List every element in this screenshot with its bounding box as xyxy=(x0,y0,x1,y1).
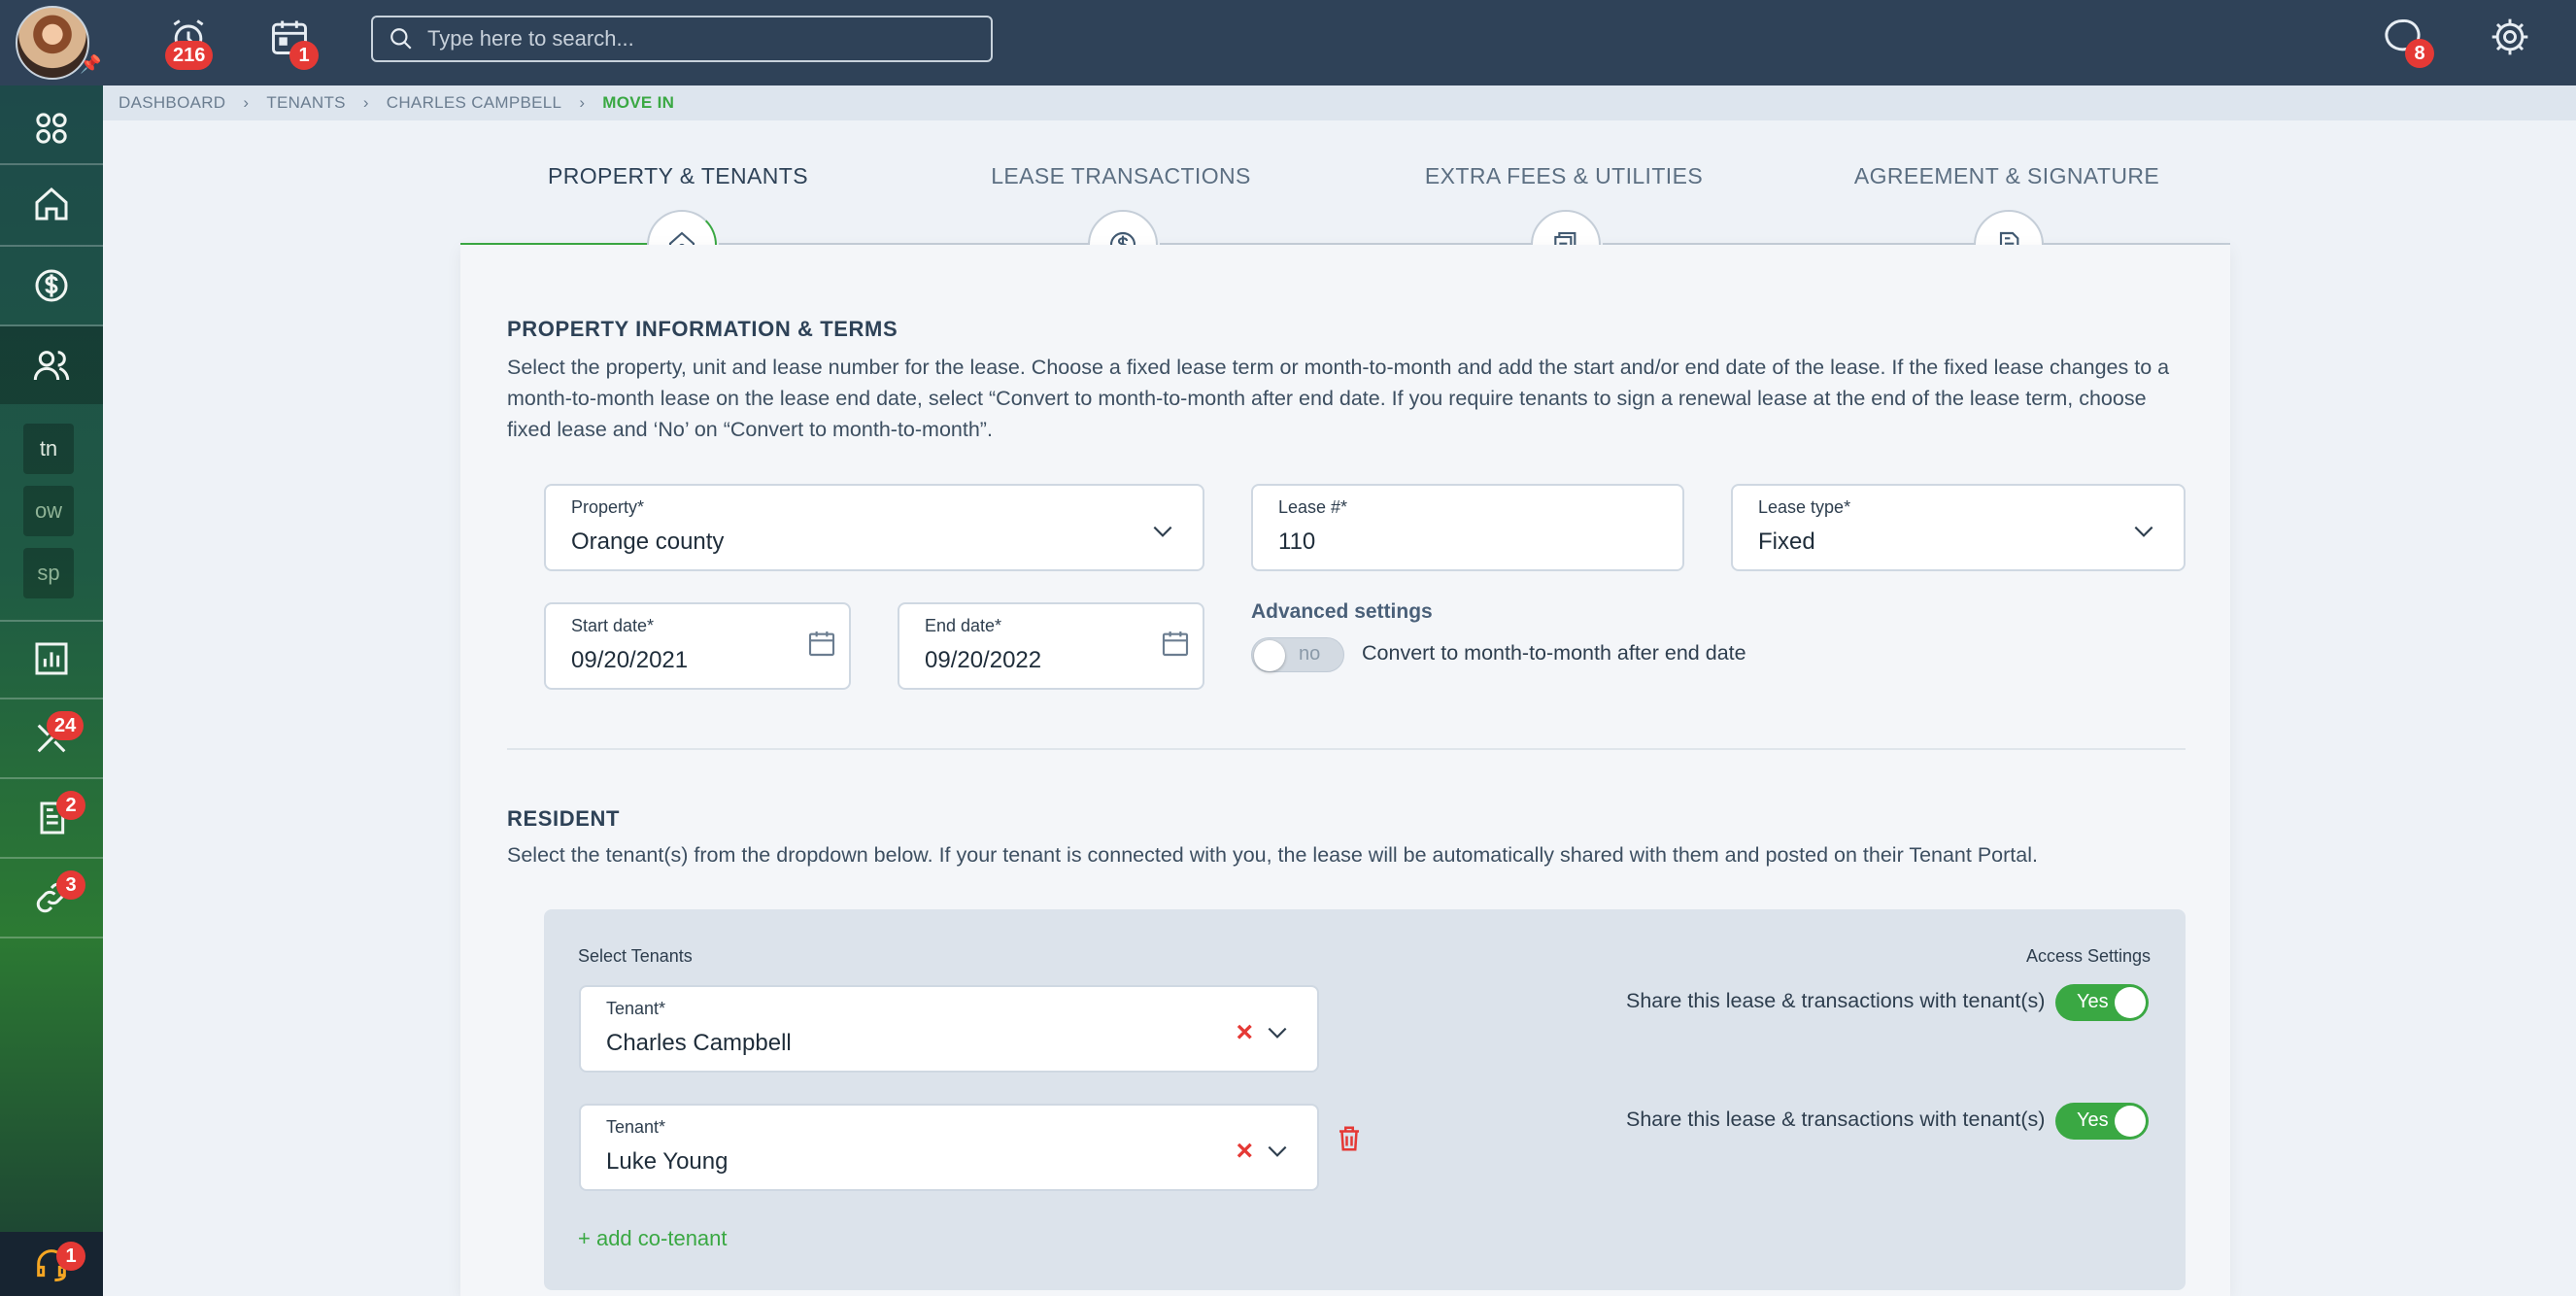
breadcrumb: DASHBOARD › TENANTS › CHARLES CAMPBELL ›… xyxy=(103,85,2576,120)
trash-icon[interactable] xyxy=(1335,1123,1364,1154)
tenant-select-1[interactable]: Tenant* Charles Campbell × xyxy=(579,985,1319,1073)
start-date-label: Start date* xyxy=(571,616,655,635)
toggle-knob xyxy=(1254,640,1285,671)
toggle-knob xyxy=(2115,987,2146,1018)
maintenance-badge: 24 xyxy=(47,711,85,740)
tenant-label: Tenant* xyxy=(606,999,666,1018)
breadcrumb-dashboard[interactable]: DASHBOARD xyxy=(119,93,225,113)
sidebar: tn ow sp 24 2 3 xyxy=(0,85,103,1296)
step-label-lease-transactions[interactable]: LEASE TRANSACTIONS xyxy=(927,163,1315,189)
convert-label: Convert to month-to-month after end date xyxy=(1362,641,1746,665)
sidebar-item-reports[interactable] xyxy=(0,620,103,698)
chevron-right-icon: › xyxy=(243,93,250,112)
lease-type-label: Lease type* xyxy=(1758,497,1851,517)
start-date-field[interactable]: Start date* 09/20/2021 xyxy=(544,602,851,690)
advanced-settings-title: Advanced settings xyxy=(1251,600,1433,623)
people-icon xyxy=(33,351,70,381)
property-section-title: PROPERTY INFORMATION & TERMS xyxy=(507,317,898,341)
toggle-knob xyxy=(2115,1106,2146,1137)
search-icon xyxy=(390,28,412,50)
chart-icon xyxy=(35,642,68,675)
select-tenants-label: Select Tenants xyxy=(578,946,693,966)
lease-number-value: 110 xyxy=(1278,529,1316,555)
sidebar-chip-ow[interactable]: ow xyxy=(23,486,74,536)
convert-toggle-text: no xyxy=(1299,643,1321,665)
sidebar-item-documents[interactable] xyxy=(0,779,103,857)
calendar-icon[interactable] xyxy=(806,628,837,659)
support-badge: 1 xyxy=(56,1242,85,1271)
chevron-down-icon xyxy=(1268,1027,1287,1039)
clear-icon[interactable]: × xyxy=(1236,1018,1253,1047)
chevron-right-icon: › xyxy=(579,93,586,112)
access-settings-label: Access Settings xyxy=(2026,946,2152,966)
tenant-select-2[interactable]: Tenant* Luke Young × xyxy=(579,1104,1319,1191)
start-date-value: 09/20/2021 xyxy=(571,647,689,673)
breadcrumb-current: MOVE IN xyxy=(602,93,675,112)
calendar-icon[interactable] xyxy=(1160,628,1191,659)
share-toggle-text: Yes xyxy=(2077,991,2109,1012)
tenant-value: Luke Young xyxy=(606,1148,729,1175)
property-section-description: Select the property, unit and lease numb… xyxy=(507,356,2170,441)
step-label-property-tenants[interactable]: PROPERTY & TENANTS xyxy=(484,163,872,189)
search-box[interactable] xyxy=(371,16,993,62)
add-co-tenant-link[interactable]: + add co-tenant xyxy=(578,1226,728,1251)
home-icon xyxy=(35,187,68,221)
lease-type-value: Fixed xyxy=(1758,529,1815,555)
end-date-value: 09/20/2022 xyxy=(925,647,1042,673)
chevron-down-icon xyxy=(2134,526,2153,537)
chat-badge: 8 xyxy=(2405,39,2434,68)
property-label: Property* xyxy=(571,497,645,517)
search-input[interactable] xyxy=(427,26,991,51)
lease-type-select[interactable]: Lease type* Fixed xyxy=(1731,484,2186,571)
sidebar-item-maintenance[interactable] xyxy=(0,699,103,777)
lease-number-field[interactable]: Lease #* 110 xyxy=(1251,484,1684,571)
breadcrumb-tenants[interactable]: TENANTS xyxy=(266,93,345,113)
share-toggle-text: Yes xyxy=(2077,1109,2109,1131)
sidebar-chip-sp[interactable]: sp xyxy=(23,548,74,598)
user-avatar[interactable] xyxy=(16,6,89,80)
breadcrumb-tenant[interactable]: CHARLES CAMPBELL xyxy=(387,93,562,113)
chevron-down-icon xyxy=(1153,526,1172,537)
share-toggle-2[interactable]: Yes xyxy=(2055,1103,2149,1140)
end-date-label: End date* xyxy=(925,616,1002,635)
alarm-badge: 216 xyxy=(165,41,214,70)
dollar-icon xyxy=(35,269,68,302)
apps-icon xyxy=(36,113,67,144)
tenant-label: Tenant* xyxy=(606,1117,666,1137)
tenant-value: Charles Campbell xyxy=(606,1030,792,1056)
section-divider xyxy=(507,748,2186,750)
share-toggle-1[interactable]: Yes xyxy=(2055,984,2149,1021)
lease-number-label: Lease #* xyxy=(1278,497,1348,517)
resident-section-description: Select the tenant(s) from the dropdown b… xyxy=(507,843,2038,867)
share-lease-label: Share this lease & transactions with ten… xyxy=(1626,989,2046,1012)
pin-icon: 📌 xyxy=(80,54,102,74)
sidebar-item-apps[interactable] xyxy=(0,89,103,167)
chevron-right-icon: › xyxy=(362,93,369,112)
sidebar-item-links[interactable] xyxy=(0,859,103,937)
chevron-down-icon xyxy=(1268,1145,1287,1157)
documents-badge: 2 xyxy=(56,791,85,820)
sidebar-chip-tn[interactable]: tn xyxy=(23,424,74,474)
property-value: Orange county xyxy=(571,529,725,555)
tenants-panel xyxy=(544,909,2186,1290)
end-date-field[interactable]: End date* 09/20/2022 xyxy=(898,602,1204,690)
sidebar-item-home[interactable] xyxy=(0,165,103,243)
clear-icon[interactable]: × xyxy=(1236,1137,1253,1166)
links-badge: 3 xyxy=(56,870,85,900)
convert-toggle[interactable]: no xyxy=(1251,637,1344,672)
sidebar-item-people[interactable] xyxy=(0,326,103,404)
support-button[interactable]: 1 xyxy=(0,1232,103,1296)
share-lease-label: Share this lease & transactions with ten… xyxy=(1626,1108,2046,1131)
property-select[interactable]: Property* Orange county xyxy=(544,484,1204,571)
step-label-extra-fees[interactable]: EXTRA FEES & UTILITIES xyxy=(1370,163,1758,189)
calendar-badge: 1 xyxy=(289,41,319,70)
top-bar: 📌 216 1 8 xyxy=(0,0,2576,85)
resident-section-title: RESIDENT xyxy=(507,806,621,831)
sidebar-item-accounting[interactable] xyxy=(0,247,103,324)
gear-icon[interactable] xyxy=(2489,16,2543,70)
step-label-agreement[interactable]: AGREEMENT & SIGNATURE xyxy=(1813,163,2201,189)
